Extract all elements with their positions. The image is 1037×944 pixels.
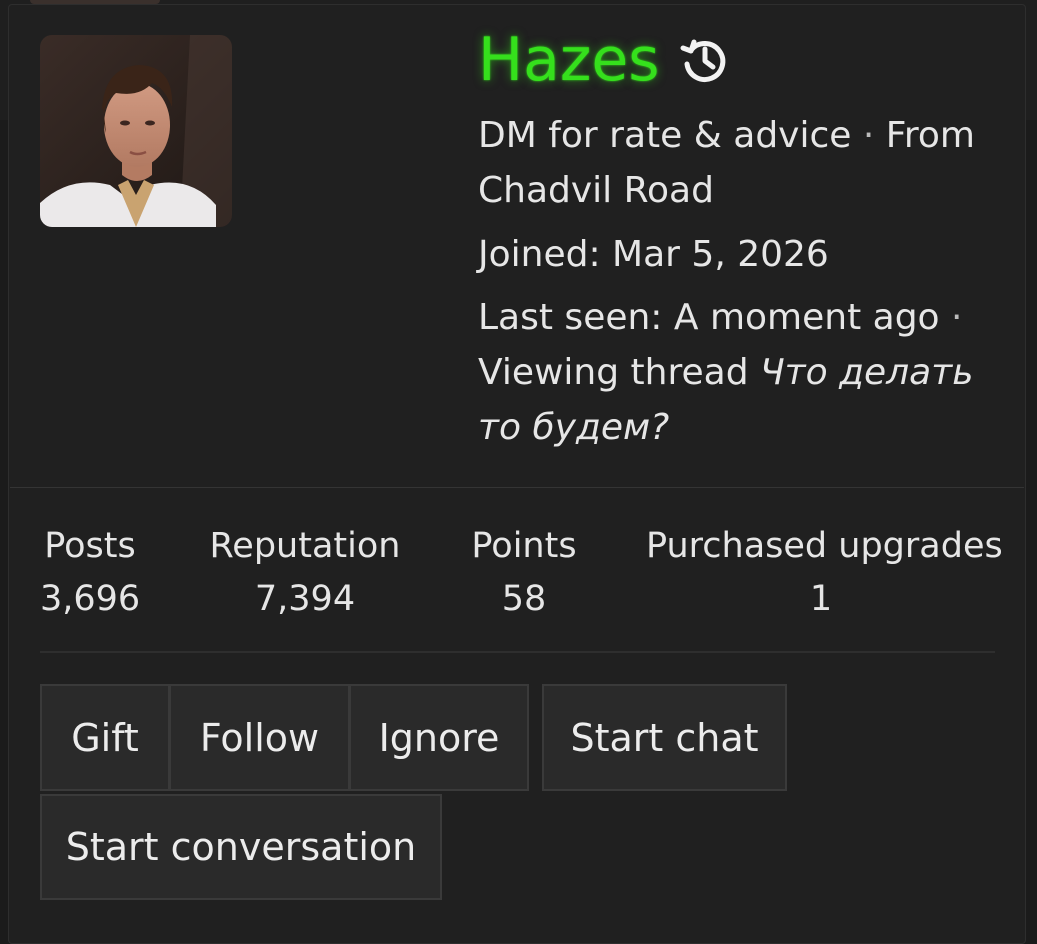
start-chat-button[interactable]: Start chat	[542, 684, 787, 791]
username-link[interactable]: Hazes	[478, 30, 660, 90]
joined-label: Joined:	[478, 234, 601, 275]
ignore-button[interactable]: Ignore	[349, 684, 529, 791]
viewing-prefix: Viewing thread	[478, 352, 749, 393]
last-seen-line: Last seen: A moment ago · Viewing thread…	[478, 290, 1008, 455]
section-divider	[10, 487, 1024, 488]
stat-reputation[interactable]: Reputation 7,394	[205, 520, 405, 626]
stats-divider	[40, 651, 995, 653]
stat-purchased-upgrades[interactable]: Purchased upgrades 1	[646, 520, 1003, 626]
gift-button[interactable]: Gift	[40, 684, 170, 791]
avatar[interactable]	[40, 35, 232, 227]
joined-date: Mar 5, 2026	[612, 234, 829, 275]
stat-label: Points	[471, 526, 577, 566]
stat-label: Posts	[44, 526, 136, 566]
stat-posts[interactable]: Posts 3,696	[40, 520, 140, 626]
stat-label: Purchased upgrades	[646, 526, 1003, 566]
start-conversation-button[interactable]: Start conversation	[40, 794, 442, 900]
separator-dot: ·	[862, 115, 875, 156]
last-seen-label: Last seen:	[478, 297, 663, 338]
stat-points[interactable]: Points 58	[465, 520, 583, 626]
joined-line: Joined: Mar 5, 2026	[478, 227, 1008, 282]
stat-value: 3,696	[40, 579, 141, 619]
username-row: Hazes	[478, 22, 732, 97]
member-title: DM for rate & advice · From Chadvil Road	[478, 108, 1008, 218]
stat-label: Reputation	[209, 526, 401, 566]
follow-button[interactable]: Follow	[169, 684, 350, 791]
last-seen-value: A moment ago	[673, 297, 940, 338]
stat-value: 1	[809, 579, 833, 619]
location-link[interactable]: Chadvil Road	[478, 170, 714, 211]
separator-dot: ·	[951, 297, 963, 338]
member-stats: Posts 3,696 Reputation 7,394 Points 58 P…	[0, 520, 1037, 630]
user-title: DM for rate & advice	[478, 115, 852, 156]
location-prefix: From	[885, 115, 975, 156]
stat-value: 58	[501, 579, 547, 619]
stat-value: 7,394	[254, 579, 356, 619]
history-icon[interactable]	[678, 33, 732, 87]
